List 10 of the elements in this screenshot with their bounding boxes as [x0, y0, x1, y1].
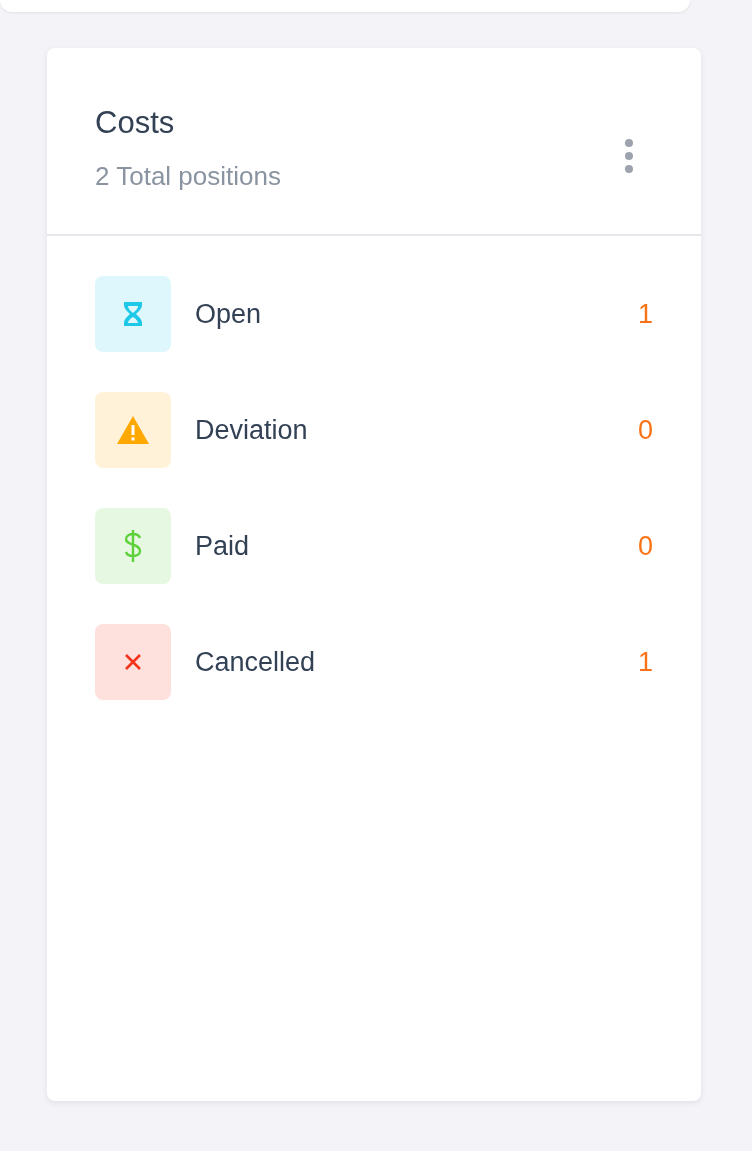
status-count: 1 — [637, 645, 653, 679]
status-label: Paid — [195, 529, 251, 563]
status-count: 0 — [637, 413, 653, 447]
status-label: Open — [195, 297, 263, 331]
status-count: 1 — [637, 297, 653, 331]
status-label: Cancelled — [195, 645, 317, 679]
card-subtitle: 2 Total positions — [95, 160, 281, 192]
status-label: Deviation — [195, 413, 309, 447]
card-title: Costs — [95, 104, 176, 142]
status-count: 0 — [637, 529, 653, 563]
